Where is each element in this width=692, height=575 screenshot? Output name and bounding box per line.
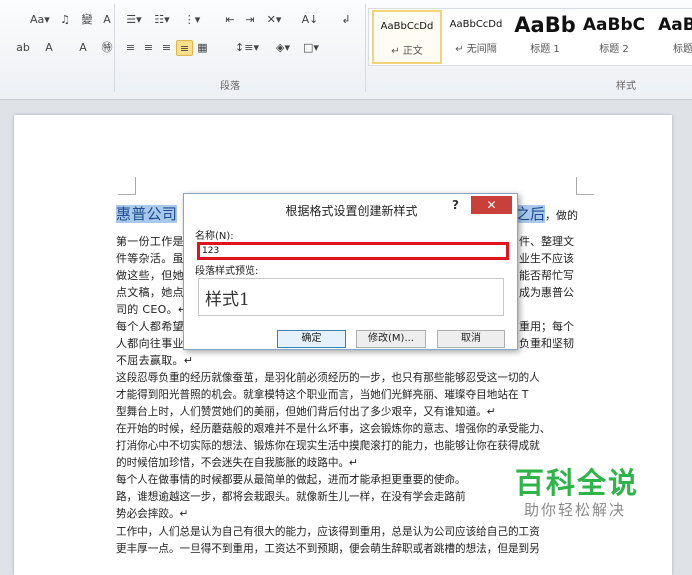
document-line-fragment[interactable]: 业生不应该 — [519, 250, 574, 266]
separator — [114, 4, 115, 92]
document-line-fragment[interactable]: 不屈去赢取。↵ — [116, 352, 193, 368]
paragraph-tool-button[interactable]: ≡ — [122, 40, 139, 56]
heading-right[interactable]: 之后，做的 — [515, 203, 578, 224]
paragraph-tool-button[interactable]: ✕▾ — [262, 12, 286, 28]
modify-button[interactable]: 修改(M)... — [356, 330, 426, 348]
document-line-fragment[interactable]: 点文稿，她点 — [116, 284, 184, 300]
paragraph-tool-button[interactable]: A↓ — [298, 12, 322, 28]
style-name: 标题 — [673, 44, 692, 55]
font-tool-button[interactable]: A — [40, 40, 58, 56]
style-name: 标题 1 — [530, 44, 560, 55]
create-style-dialog: 根据格式设置创建新样式 ? ✕ 名称(N): 123 段落样式预览: 样式1 确… — [183, 193, 518, 350]
document-line-fragment[interactable]: 能否帮忙写 — [519, 267, 574, 283]
paragraph-tool-button[interactable]: ↲ — [334, 12, 358, 28]
style-name: 标题 2 — [599, 44, 629, 55]
document-line[interactable]: 势必会摔跤。↵ — [116, 506, 188, 521]
paragraph-tool-button[interactable]: ☷▾ — [150, 12, 174, 28]
paragraph-tool-button[interactable]: ≡ — [176, 40, 193, 56]
name-label: 名称(N): — [195, 231, 234, 242]
document-line[interactable]: 工作中，人们总是认为自己有很大的能力，应该得到重用，总是认为公司应该给自己的工资 — [116, 524, 540, 539]
margin-mark — [576, 177, 594, 195]
document-line-fragment[interactable]: 件等杂活。虽 — [116, 250, 184, 266]
paragraph-tool-button[interactable]: □▾ — [296, 40, 326, 56]
paragraph-tool-button[interactable]: ☰▾ — [122, 12, 146, 28]
watermark-title: 百科全说 — [515, 466, 640, 500]
paragraph-tool-button[interactable]: ↕≡▾ — [232, 40, 262, 56]
style-gallery-item[interactable]: AaBbC 标题 2 — [579, 10, 649, 64]
preview-label: 段落样式预览: — [195, 266, 259, 277]
font-tool-button[interactable]: ♫ — [56, 12, 74, 28]
document-line[interactable]: 这段忍辱负重的经历就像蚕茧，是羽化前必须经历的一步，也只有那些能够忍受这一切的人 — [116, 370, 540, 385]
document-line-fragment[interactable]: 司的 CEO。↵ — [116, 301, 187, 317]
style-preview-text: AaBb — [658, 15, 692, 35]
style-gallery-item[interactable]: AaBbCcDd ↵ 正文 — [372, 10, 442, 64]
document-line[interactable]: 的时候倍加珍惜，不会迷失在自我膨胀的歧路中。↵ — [116, 455, 358, 470]
style-gallery-item[interactable]: AaBb 标题 — [648, 10, 692, 64]
document-line-fragment[interactable]: 第一份工作是 — [116, 233, 184, 249]
cancel-button[interactable]: 取消 — [437, 330, 505, 348]
document-line-fragment[interactable]: 重用；每个 — [519, 318, 574, 334]
document-line[interactable]: 才能得到阳光普照的机会。就拿模特这个职业而言，当她们光鲜亮丽、璀璨夺目地站在 T — [116, 387, 528, 402]
style-name: ↵ 无间隔 — [455, 44, 497, 55]
dialog-title: 根据格式设置创建新样式 — [285, 204, 418, 218]
margin-mark — [118, 177, 136, 195]
style-preview-text: AaBbCcDd — [380, 21, 434, 32]
font-tool-button[interactable]: 變 — [78, 12, 96, 28]
font-tool-button[interactable]: A — [74, 40, 92, 56]
paragraph-tool-button[interactable]: ◈▾ — [268, 40, 298, 56]
close-button[interactable]: ✕ — [471, 196, 512, 214]
group-label-paragraph: 段落 — [220, 81, 240, 92]
document-line[interactable]: 路，谁想逾越这一步，都将会栽跟头。就像新生儿一样，在没有学会走路前 — [116, 489, 466, 504]
style-preview-text: AaBb — [514, 13, 576, 37]
document-line-fragment[interactable]: 人都向往事业 — [116, 335, 184, 351]
group-label-styles: 样式 — [616, 81, 636, 92]
ribbon: Aa▾ ♫ 變 Aab A A ㊕ ☰▾ ☷▾ ⋮▾ ⇤ ⇥ ✕▾ A↓ ↲ ≡ ≡ ≡ ≡ ▦ ↕≡▾ ◈▾ □▾ 段落 … — [0, 0, 692, 100]
paragraph-tool-button[interactable]: ⋮▾ — [180, 12, 204, 28]
document-line-fragment[interactable]: 成为惠普公 — [519, 284, 574, 300]
style-preview-text: AaBbCcDd — [449, 19, 503, 30]
document-line-fragment[interactable]: 做这些，但她 — [116, 267, 184, 283]
help-button[interactable]: ? — [452, 198, 459, 212]
separator — [365, 4, 366, 92]
document-line[interactable]: 打消你心中不切实际的想法、锻炼你在现实生活中摸爬滚打的能力，也能够让你在获得成就 — [116, 438, 540, 453]
style-name-input[interactable]: 123 — [197, 242, 509, 260]
document-line[interactable]: 每个人在做事情的时候都要从最简单的做起，进而才能承担更重要的使命。 — [116, 472, 466, 487]
style-name: ↵ 正文 — [391, 46, 423, 57]
style-gallery-item[interactable]: AaBbCcDd ↵ 无间隔 — [441, 10, 511, 64]
heading-left[interactable]: 惠普公司 — [116, 203, 178, 224]
paragraph-tool-button[interactable]: ≡ — [140, 40, 157, 56]
document-line-fragment[interactable]: 每个人都希望 — [116, 318, 184, 334]
font-tool-button[interactable]: ab — [14, 40, 32, 56]
paragraph-tool-button[interactable]: ▦ — [194, 40, 211, 56]
paragraph-tool-button[interactable]: ⇥ — [238, 12, 262, 28]
watermark-subtitle: 助你轻松解决 — [524, 501, 627, 519]
document-line[interactable]: 在开始的时候，经历蘑菇般的艰难并不是什么坏事，这会锻炼你的意志、增强你的承受能力… — [116, 421, 550, 436]
ok-button[interactable]: 确定 — [277, 330, 346, 348]
style-gallery-item[interactable]: AaBb 标题 1 — [510, 10, 580, 64]
document-line[interactable]: 型舞台上时，人们赞赏她们的美丽，但她们背后付出了多少艰辛，又有谁知道。↵ — [116, 404, 496, 419]
paragraph-tool-button[interactable]: ≡ — [158, 40, 175, 56]
font-tool-button[interactable]: Aa▾ — [30, 12, 50, 28]
style-preview-text: AaBbC — [582, 15, 646, 35]
document-line-fragment[interactable]: 负重和坚韧 — [519, 335, 574, 351]
style-preview: 样式1 — [198, 278, 504, 316]
document-line-fragment[interactable]: 件、整理文 — [519, 233, 574, 249]
